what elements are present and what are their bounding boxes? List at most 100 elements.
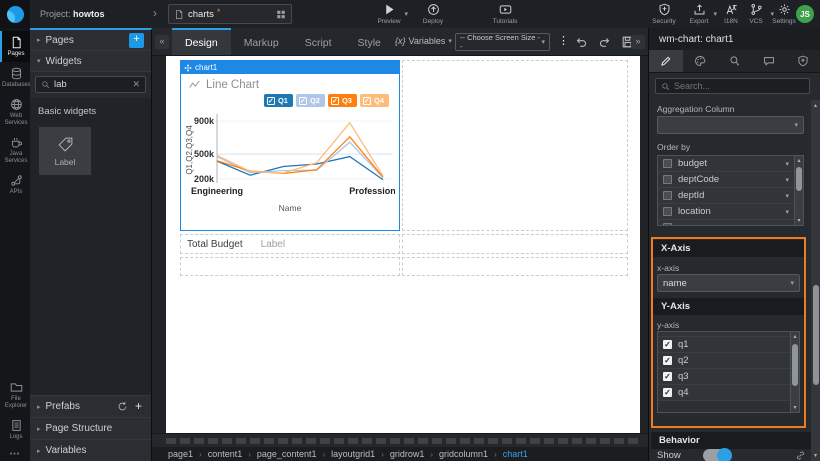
scroll-up-icon[interactable]: ▴ — [795, 157, 803, 164]
widgets-section-header[interactable]: ▾ Widgets — [30, 51, 151, 72]
y-axis-option-q3[interactable]: ✓q3 — [658, 369, 790, 385]
tutorials-button[interactable]: Tutorials — [482, 3, 528, 25]
grid-cell-total-budget[interactable]: Total Budget Label — [180, 234, 400, 254]
properties-search-box[interactable] — [655, 78, 810, 94]
tab-events[interactable] — [717, 50, 751, 72]
rail-item-logs[interactable]: Logs — [0, 414, 30, 445]
caret-down-icon[interactable]: ▾ — [785, 176, 789, 184]
caret-down-icon[interactable]: ▾ — [404, 10, 408, 18]
legend-item-q1[interactable]: ✓Q1 — [264, 94, 293, 107]
order-by-option-location[interactable]: location▾ — [658, 204, 794, 220]
scroll-down-icon[interactable]: ▾ — [795, 217, 803, 224]
design-canvas[interactable]: Total Budget Label chart1 Line Chart ✓Q1… — [166, 56, 640, 433]
checkbox[interactable] — [663, 159, 672, 168]
collapse-right-panel-button[interactable]: » — [631, 35, 645, 49]
scroll-down-icon[interactable]: ▾ — [811, 452, 820, 459]
add-prefab-button[interactable]: + — [133, 401, 144, 412]
scroll-up-icon[interactable]: ▴ — [791, 333, 799, 340]
page-structure-section-header[interactable]: ▸ Page Structure — [30, 417, 151, 439]
chart-widget[interactable]: chart1 Line Chart ✓Q1✓Q2✓Q3✓Q4 900k500k2… — [180, 60, 400, 231]
y-axis-scrollbar[interactable]: ▴ ▾ — [790, 332, 799, 412]
selected-widget-tag[interactable]: chart1 — [181, 61, 399, 74]
checkbox[interactable]: ✓ — [663, 340, 672, 349]
grid-cell-empty[interactable] — [180, 257, 400, 276]
tab-style[interactable]: Style — [345, 28, 394, 55]
clear-search-icon[interactable]: ✕ — [132, 79, 140, 90]
properties-scrollbar[interactable]: ▴ ▾ — [811, 100, 820, 461]
order-by-option-name[interactable]: name▾ — [658, 220, 794, 225]
pages-section-header[interactable]: ▸ Pages + — [30, 30, 151, 51]
widget-tile-label[interactable]: Label — [39, 127, 91, 175]
breadcrumb-item-content1[interactable]: content1 — [208, 449, 243, 459]
legend-item-q3[interactable]: ✓Q3 — [328, 94, 357, 107]
y-axis-option-q4[interactable]: ✓q4 — [658, 385, 790, 401]
add-page-button[interactable]: + — [129, 33, 144, 48]
grid-cell-empty[interactable] — [402, 234, 628, 254]
tab-styles[interactable] — [683, 50, 717, 72]
prefabs-section-header[interactable]: ▸ Prefabs + — [30, 395, 151, 417]
tab-script[interactable]: Script — [292, 28, 345, 55]
tab-design[interactable]: Design — [172, 28, 231, 55]
checkbox[interactable] — [663, 191, 672, 200]
tab-advanced[interactable] — [752, 50, 786, 72]
rail-item-file-explorer[interactable]: File Explorer — [0, 376, 30, 414]
undo-icon[interactable] — [574, 35, 588, 49]
screen-size-select[interactable]: -- Choose Screen Size -- ▾ — [455, 33, 550, 51]
bind-link-icon[interactable] — [795, 450, 806, 461]
breadcrumb-item-gridrow1[interactable]: gridrow1 — [390, 449, 425, 459]
order-by-option-deptCode[interactable]: deptCode▾ — [658, 172, 794, 188]
rail-item-web-services[interactable]: Web Services — [0, 93, 30, 131]
deploy-button[interactable]: Deploy — [410, 3, 456, 25]
properties-search-input[interactable] — [674, 81, 804, 91]
preview-button[interactable]: ▾ Preview — [366, 3, 412, 25]
tab-markup[interactable]: Markup — [231, 28, 292, 55]
widget-search-input[interactable] — [54, 79, 128, 90]
breadcrumb-item-page1[interactable]: page1 — [168, 449, 193, 459]
more-options-icon[interactable]: ⋮ — [558, 34, 569, 47]
rail-item-java-services[interactable]: Java Services — [0, 131, 30, 169]
caret-down-icon[interactable]: ▾ — [785, 192, 789, 200]
refresh-icon[interactable] — [117, 401, 128, 412]
y-axis-option-q1[interactable]: ✓q1 — [658, 337, 790, 353]
breadcrumb-item-layoutgrid1[interactable]: layoutgrid1 — [331, 449, 375, 459]
tab-properties[interactable] — [649, 50, 683, 72]
legend-item-q2[interactable]: ✓Q2 — [296, 94, 325, 107]
checkbox[interactable] — [663, 223, 672, 225]
scroll-up-icon[interactable]: ▴ — [811, 102, 820, 109]
y-axis-option-q2[interactable]: ✓q2 — [658, 353, 790, 369]
rail-overflow-button[interactable]: ••• — [0, 451, 30, 458]
breadcrumb-item-chart1[interactable]: chart1 — [503, 449, 528, 459]
checkbox[interactable]: ✓ — [663, 388, 672, 397]
checkbox[interactable]: ✓ — [663, 356, 672, 365]
collapse-left-panel-button[interactable]: « — [155, 35, 169, 49]
breadcrumb-item-page_content1[interactable]: page_content1 — [257, 449, 317, 459]
caret-down-icon[interactable]: ▾ — [785, 208, 789, 216]
aggregation-column-select[interactable]: ▾ — [657, 116, 804, 134]
scrollbar-thumb[interactable] — [796, 167, 802, 191]
app-logo[interactable] — [0, 0, 30, 28]
label-widget-text[interactable]: Label — [261, 239, 285, 250]
rail-item-databases[interactable]: Databases — [0, 62, 30, 93]
variables-section-header[interactable]: ▸ Variables — [30, 439, 151, 461]
rail-item-pages[interactable]: Pages — [0, 31, 30, 62]
x-axis-select[interactable]: name ▾ — [657, 274, 800, 292]
pages-grid-icon[interactable] — [276, 9, 286, 20]
order-by-option-budget[interactable]: budget▾ — [658, 156, 794, 172]
order-by-scrollbar[interactable]: ▴ ▾ — [794, 156, 803, 225]
grid-cell-empty[interactable] — [402, 60, 628, 231]
show-toggle[interactable] — [703, 449, 731, 461]
redo-icon[interactable] — [598, 35, 612, 49]
rail-item-apis[interactable]: APIs — [0, 169, 30, 200]
scroll-down-icon[interactable]: ▾ — [791, 404, 799, 411]
total-budget-label[interactable]: Total Budget — [187, 239, 243, 250]
user-avatar[interactable]: JS — [796, 5, 814, 23]
grid-cell-empty[interactable] — [402, 257, 628, 276]
scrollbar-thumb[interactable] — [813, 285, 819, 385]
tab-security[interactable] — [786, 50, 820, 72]
caret-down-icon[interactable]: ▾ — [785, 160, 789, 168]
page-tab-charts[interactable]: charts * — [168, 4, 292, 24]
caret-down-icon[interactable]: ▾ — [785, 224, 789, 226]
legend-item-q4[interactable]: ✓Q4 — [360, 94, 389, 107]
checkbox[interactable] — [663, 207, 672, 216]
variables-button[interactable]: {x} Variables ▾ — [395, 36, 452, 46]
